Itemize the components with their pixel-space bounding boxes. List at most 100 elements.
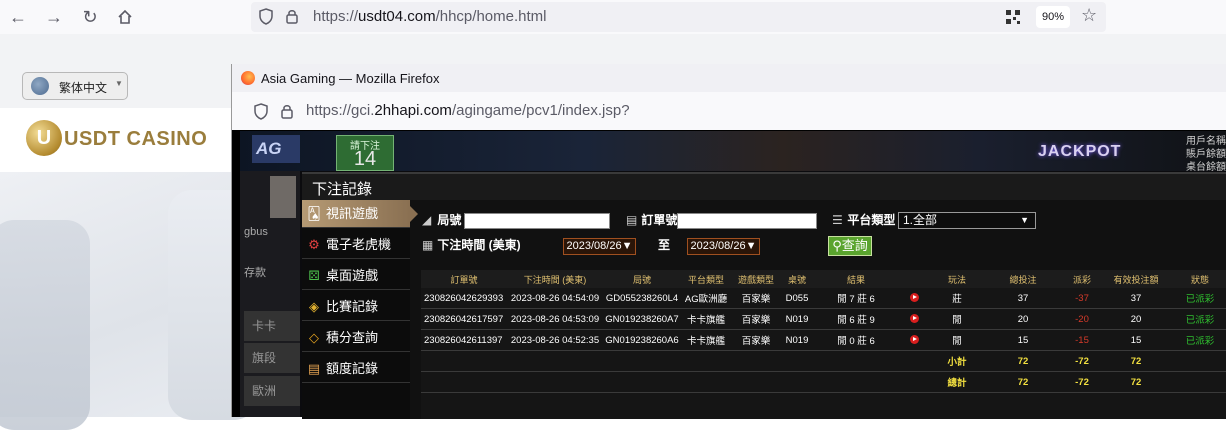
bet-time-label: ▦ 下注時間 (美東) <box>422 238 521 252</box>
bookmark-star-icon[interactable]: ☆ <box>1081 5 1097 26</box>
to-label: 至 <box>658 238 671 252</box>
replay-cell[interactable] <box>899 329 929 351</box>
chevron-down-icon: ▼ <box>115 79 123 88</box>
bet-time: 2023-08-26 04:52:35 <box>507 329 603 351</box>
jackpot-label: JACKPOT <box>1038 143 1122 160</box>
table-no: D055 <box>781 288 813 309</box>
grand-total-valid: 72 <box>1103 371 1169 393</box>
col-round-no: 局號 <box>603 270 681 288</box>
zoom-level-button[interactable]: 90% <box>1036 6 1070 28</box>
balance-label: 賬戶餘額 <box>1186 149 1226 160</box>
hero-shape <box>0 220 90 430</box>
date-to-picker[interactable]: 2023/08/26▼ <box>687 238 760 255</box>
menu-item-match-records[interactable]: ◈ 比賽記錄 <box>302 293 410 321</box>
game-type: 百家樂 <box>731 288 781 309</box>
site-logo-text[interactable]: USDT CASINO <box>64 128 207 151</box>
modal-header: 下注記錄 <box>302 174 1226 200</box>
play-video-icon[interactable] <box>909 335 919 345</box>
language-selector[interactable]: 繁体中文 ▼ <box>22 72 128 100</box>
col-order-no: 訂單號 <box>421 270 507 288</box>
status: 已派彩 <box>1169 288 1226 309</box>
side-item[interactable]: 旗段 <box>244 343 300 373</box>
site-header: U USDT CASINO <box>0 108 232 172</box>
play-video-icon[interactable] <box>909 293 919 303</box>
menu-item-table-games[interactable]: ⚄ 桌面遊戲 <box>302 262 410 290</box>
bet-type: 莊 <box>929 288 985 309</box>
grand-total-blank <box>1169 371 1226 393</box>
cards-icon: 🂡 <box>307 206 321 221</box>
address-bar[interactable]: https://usdt04.com/hhcp/home.html 90% ☆ <box>251 2 1106 32</box>
shield-icon[interactable] <box>254 103 268 120</box>
platform-label: ☰ 平台類型 <box>832 213 896 227</box>
menu-item-label: 額度記錄 <box>326 361 379 376</box>
qr-code-icon[interactable] <box>1006 10 1020 24</box>
side-item[interactable]: 歐洲 <box>244 376 300 406</box>
game-top-banner: AG 請下注 14 JACKPOT 用戶名稱 賬戶餘額 桌台餘額 <box>240 131 1226 174</box>
menu-item-label: 視訊遊戲 <box>326 206 379 221</box>
col-replay <box>899 270 929 288</box>
side-item[interactable]: 卡卡 <box>244 311 300 341</box>
address-bar-url[interactable]: https://usdt04.com/hhcp/home.html <box>313 8 546 25</box>
hero-banner <box>0 172 258 430</box>
modal-title: 下注記錄 <box>312 181 373 198</box>
popup-titlebar[interactable]: Asia Gaming — Mozilla Firefox <box>232 64 1226 92</box>
lock-icon[interactable] <box>285 8 299 25</box>
query-button[interactable]: ⚲查詢 <box>828 236 872 256</box>
firefox-icon <box>241 71 255 85</box>
popup-window: Asia Gaming — Mozilla Firefox https://gc… <box>231 64 1226 419</box>
grand-total-total: 72 <box>985 371 1061 393</box>
menu-item-label: 積分查詢 <box>326 330 379 345</box>
table-row: 230826042617597 2023-08-26 04:53:09 GN01… <box>421 308 1226 330</box>
shield-icon[interactable] <box>259 8 273 25</box>
menu-item-video-games[interactable]: 🂡 視訊遊戲 <box>302 200 418 228</box>
order-no: 230826042629393 <box>421 288 507 309</box>
col-table-no: 桌號 <box>781 270 813 288</box>
order-label: ▤ 訂單號 <box>626 213 678 227</box>
language-label: 繁体中文 <box>59 81 108 95</box>
side-deposit[interactable]: 存款 <box>244 264 266 280</box>
popup-url[interactable]: https://gci.2hhapi.com/agingame/pcv1/ind… <box>306 102 630 119</box>
game-side-panel: gbus 存款 卡卡 旗段 歐洲 <box>240 171 300 417</box>
calendar-icon: ▦ <box>422 238 434 252</box>
bet-time: 2023-08-26 04:53:09 <box>507 308 603 330</box>
menu-item-points[interactable]: ◇ 積分查詢 <box>302 324 410 352</box>
filters-panel: ◢ 局號 ▤ 訂單號 ☰ 平台類型 1.全部 ▼ ▦ 下注時間 (美東) 202… <box>422 204 1222 264</box>
menu-item-label: 電子老虎機 <box>326 237 392 252</box>
result: 閒 7 莊 6 <box>813 288 899 309</box>
subtotal-blank <box>1169 350 1226 372</box>
play-video-icon[interactable] <box>909 314 919 324</box>
grand-total-payout: -72 <box>1061 371 1103 393</box>
round-no: GD055238260L4 <box>603 288 681 309</box>
replay-cell[interactable] <box>899 308 929 330</box>
result: 閒 6 莊 9 <box>813 308 899 330</box>
replay-cell[interactable] <box>899 288 929 309</box>
forward-arrow-icon[interactable]: → <box>42 5 66 29</box>
result: 閒 0 莊 6 <box>813 329 899 351</box>
order-number-input[interactable] <box>677 213 817 229</box>
search-icon: ⚲ <box>832 238 842 253</box>
username-label: 用戶名稱 <box>1186 136 1226 147</box>
subtotal-spacer <box>421 350 929 372</box>
total-bet: 20 <box>985 308 1061 330</box>
grand-total-spacer <box>421 371 929 393</box>
home-icon[interactable] <box>113 5 137 29</box>
platform: 卡卡旗艦 <box>681 308 731 330</box>
valid-bet: 20 <box>1103 308 1169 330</box>
round-no: GN019238260A7 <box>603 308 681 330</box>
platform-select[interactable]: 1.全部 ▼ <box>898 212 1036 229</box>
total-bet: 15 <box>985 329 1061 351</box>
round-number-input[interactable] <box>464 213 610 229</box>
col-payout: 派彩 <box>1061 270 1103 288</box>
menu-item-slots[interactable]: ⚙ 電子老虎機 <box>302 231 410 259</box>
subtotal-label: 小計 <box>929 350 985 372</box>
popup-address-bar[interactable]: https://gci.2hhapi.com/agingame/pcv1/ind… <box>232 92 1226 130</box>
subtotal-row: 小計 72 -72 72 <box>421 350 1226 372</box>
back-arrow-icon[interactable]: ← <box>6 5 30 29</box>
reload-icon[interactable]: ↻ <box>78 5 102 29</box>
menu-item-credit-records[interactable]: ▤ 額度記錄 <box>302 355 410 383</box>
account-info: 用戶名稱 賬戶餘額 桌台餘額 <box>1186 135 1226 174</box>
date-from-picker[interactable]: 2023/08/26▼ <box>563 238 636 255</box>
bet-countdown-value: 14 <box>353 148 377 170</box>
lock-icon[interactable] <box>280 103 294 120</box>
casino-logo-icon[interactable]: U <box>26 120 62 156</box>
